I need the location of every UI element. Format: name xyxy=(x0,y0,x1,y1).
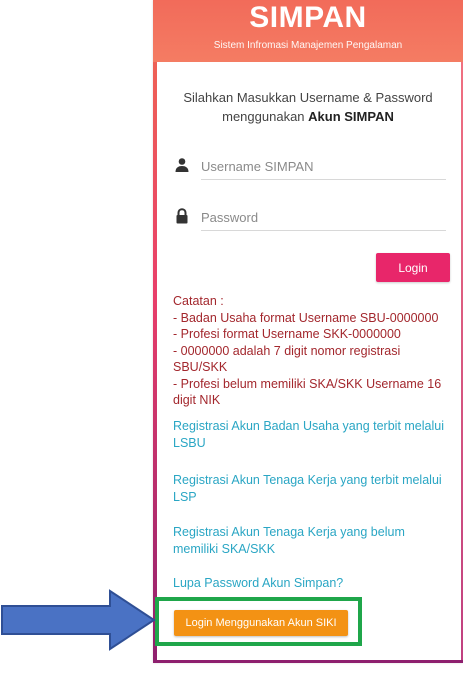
login-button[interactable]: Login xyxy=(376,253,450,282)
password-field xyxy=(173,204,446,232)
notes-heading: Catatan : xyxy=(173,294,224,308)
brand-header: SIMPAN Sistem Infromasi Manajemen Pengal… xyxy=(153,0,463,62)
arrow-right-icon xyxy=(1,589,156,651)
instructions-line-1: Silahkan Masukkan Username & Password xyxy=(183,90,433,105)
card-left-border xyxy=(153,0,157,663)
register-badan-usaha-link[interactable]: Registrasi Akun Badan Usaha yang terbit … xyxy=(173,418,451,452)
forgot-password-link[interactable]: Lupa Password Akun Simpan? xyxy=(173,575,451,592)
note-item: - Badan Usaha format Username SBU-000000… xyxy=(173,310,439,325)
login-card: SIMPAN Sistem Infromasi Manajemen Pengal… xyxy=(153,0,463,663)
username-input[interactable] xyxy=(201,153,446,180)
username-field xyxy=(173,153,446,181)
card-bottom-border xyxy=(153,660,463,663)
instructions-line-2: menggunakan Akun SIMPAN xyxy=(173,107,443,126)
login-instructions: Silahkan Masukkan Username & Password me… xyxy=(173,88,443,126)
login-notes: Catatan : - Badan Usaha format Username … xyxy=(173,293,453,409)
note-item: - Profesi belum memiliki SKA/SKK Usernam… xyxy=(173,376,442,408)
register-tenaga-kerja-no-ska-link[interactable]: Registrasi Akun Tenaga Kerja yang belum … xyxy=(173,524,451,558)
register-tenaga-kerja-lsp-link[interactable]: Registrasi Akun Tenaga Kerja yang terbit… xyxy=(173,472,451,506)
brand-subtitle: Sistem Infromasi Manajemen Pengalaman xyxy=(213,40,403,51)
note-item: - Profesi format Username SKK-0000000 xyxy=(173,327,401,341)
brand-title: SIMPAN xyxy=(249,1,367,34)
note-item: - 0000000 adalah 7 digit nomor registras… xyxy=(173,343,401,375)
user-icon xyxy=(175,158,189,172)
lock-icon xyxy=(176,208,188,224)
instructions-prefix: menggunakan xyxy=(222,109,309,124)
login-siki-button[interactable]: Login Menggunakan Akun SIKI xyxy=(174,610,348,636)
password-input[interactable] xyxy=(201,204,446,231)
instructions-account-name: Akun SIMPAN xyxy=(308,109,394,124)
